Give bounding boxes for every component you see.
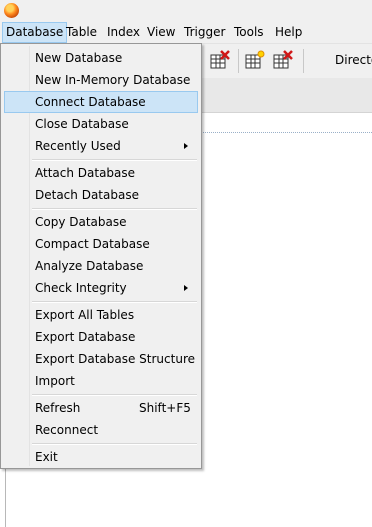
toolbar-separator xyxy=(303,49,304,73)
menu-trigger[interactable]: Trigger xyxy=(181,22,228,43)
menu-separator xyxy=(32,159,197,161)
menu-item-attach-database[interactable]: Attach Database xyxy=(4,162,198,184)
menu-item-label: Export Database xyxy=(35,330,136,344)
menu-item-new-in-memory-database[interactable]: New In-Memory Database xyxy=(4,69,198,91)
menu-item-export-all-tables[interactable]: Export All Tables xyxy=(4,304,198,326)
menu-item-exit[interactable]: Exit xyxy=(4,446,198,468)
menu-item-label: Attach Database xyxy=(35,166,136,180)
menu-item-label: Export Database Structure xyxy=(35,352,195,366)
menu-item-connect-database[interactable]: Connect Database xyxy=(4,91,198,113)
menu-separator xyxy=(32,301,197,303)
menu-item-label: New Database xyxy=(35,51,123,65)
menu-item-label: Import xyxy=(35,374,75,388)
focus-dotted-line xyxy=(200,132,372,133)
menu-database[interactable]: Database xyxy=(2,22,68,43)
menu-item-recently-used[interactable]: Recently Used xyxy=(4,135,198,157)
menu-item-label: Detach Database xyxy=(35,188,139,202)
menu-separator xyxy=(32,443,197,445)
menu-item-detach-database[interactable]: Detach Database xyxy=(4,184,198,206)
menu-item-label: New In-Memory Database xyxy=(35,73,191,87)
new-view-icon[interactable] xyxy=(245,50,265,70)
menu-item-label: Reconnect xyxy=(35,423,99,437)
menu-item-label: Compact Database xyxy=(35,237,150,251)
menu-item-label: Refresh xyxy=(35,401,81,415)
menu-item-export-database[interactable]: Export Database xyxy=(4,326,198,348)
menu-item-label: Recently Used xyxy=(35,139,121,153)
menu-item-label: Copy Database xyxy=(35,215,127,229)
menu-table[interactable]: Table xyxy=(63,22,100,43)
submenu-arrow-icon xyxy=(184,285,188,291)
menu-item-close-database[interactable]: Close Database xyxy=(4,113,198,135)
menu-item-refresh[interactable]: Refresh Shift+F5 xyxy=(4,397,198,419)
menu-separator xyxy=(32,394,197,396)
submenu-arrow-icon xyxy=(184,143,188,149)
menu-item-label: Analyze Database xyxy=(35,259,144,273)
menu-item-export-database-structure[interactable]: Export Database Structure xyxy=(4,348,198,370)
menu-item-copy-database[interactable]: Copy Database xyxy=(4,211,198,233)
menu-item-reconnect[interactable]: Reconnect xyxy=(4,419,198,441)
menu-item-shortcut: Shift+F5 xyxy=(139,401,191,415)
menu-item-compact-database[interactable]: Compact Database xyxy=(4,233,198,255)
app-logo-icon xyxy=(4,3,19,18)
menu-help[interactable]: Help xyxy=(272,22,305,43)
delete-table-icon[interactable] xyxy=(210,50,230,70)
title-bar xyxy=(0,0,372,22)
database-dropdown-menu: New Database New In-Memory Database Conn… xyxy=(0,43,202,469)
menu-separator xyxy=(32,208,197,210)
menu-bar: Database Table Index View Trigger Tools … xyxy=(0,22,372,44)
menu-view[interactable]: View xyxy=(144,22,178,43)
menu-item-import[interactable]: Import xyxy=(4,370,198,392)
menu-item-label: Exit xyxy=(35,450,58,464)
directory-label: Directo xyxy=(335,53,372,67)
menu-item-label: Check Integrity xyxy=(35,281,127,295)
menu-tools[interactable]: Tools xyxy=(231,22,267,43)
menu-item-new-database[interactable]: New Database xyxy=(4,47,198,69)
menu-item-analyze-database[interactable]: Analyze Database xyxy=(4,255,198,277)
toolbar-separator xyxy=(238,49,239,73)
menu-index[interactable]: Index xyxy=(104,22,143,43)
menu-item-label: Close Database xyxy=(35,117,129,131)
menu-item-label: Export All Tables xyxy=(35,308,135,322)
menu-item-label: Connect Database xyxy=(35,95,146,109)
menu-item-check-integrity[interactable]: Check Integrity xyxy=(4,277,198,299)
delete-view-icon[interactable] xyxy=(273,50,293,70)
